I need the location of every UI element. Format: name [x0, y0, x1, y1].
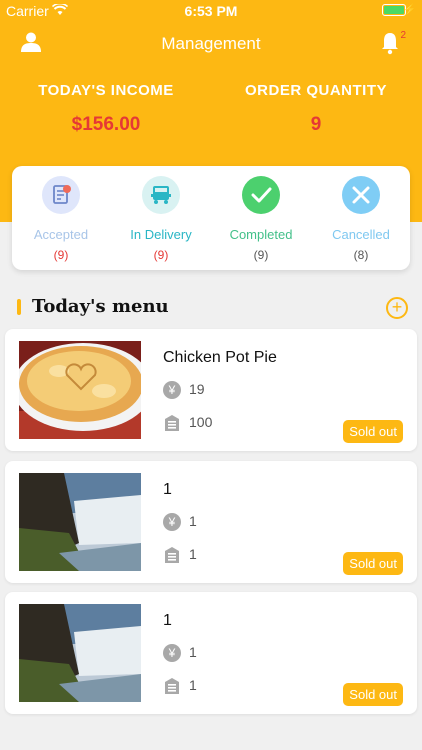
status-cancelled[interactable]: Cancelled (8) — [312, 176, 410, 262]
item-price: 1 — [189, 644, 197, 660]
status-accepted[interactable]: Accepted (9) — [12, 176, 110, 262]
close-icon — [342, 176, 380, 214]
status-label: Completed — [229, 227, 293, 242]
menu-item[interactable]: 1 ¥1 1 Sold out — [5, 461, 417, 583]
section-accent-bar — [17, 299, 21, 315]
status-label: In Delivery — [130, 227, 192, 242]
stock-row: 100 — [163, 414, 212, 432]
notification-badge: 2 — [400, 30, 406, 41]
clipboard-icon — [42, 176, 80, 214]
yen-icon: ¥ — [163, 381, 181, 400]
status-label: Accepted — [33, 227, 89, 242]
order-status-card: Accepted (9) In Delivery (9) Completed (… — [12, 166, 410, 270]
yen-icon: ¥ — [163, 644, 181, 663]
stock-row: 1 — [163, 677, 197, 695]
food-image — [19, 473, 141, 571]
price-row: ¥19 — [163, 381, 205, 400]
bell-icon[interactable] — [380, 31, 400, 55]
menu-item[interactable]: Chicken Pot Pie ¥19 100 Sold out — [5, 329, 417, 451]
item-name: 1 — [163, 481, 172, 498]
add-icon[interactable]: + — [386, 297, 408, 319]
status-in-delivery[interactable]: In Delivery (9) — [112, 176, 210, 262]
charging-icon: ⚡ — [403, 4, 417, 16]
item-stock: 1 — [189, 546, 197, 562]
status-count: (9) — [53, 248, 69, 262]
income-value: $156.00 — [71, 114, 141, 135]
item-price: 19 — [189, 381, 205, 397]
inventory-icon — [165, 678, 179, 695]
section-header: Today's menu + — [0, 295, 422, 321]
delivery-truck-icon — [142, 176, 180, 214]
clock: 6:53 PM — [184, 3, 238, 19]
price-row: ¥1 — [163, 644, 197, 663]
sold-out-button[interactable]: Sold out — [343, 683, 403, 706]
nav-bar: Management 2 — [0, 28, 422, 60]
section-title: Today's menu — [32, 296, 169, 317]
menu-item[interactable]: 1 ¥1 1 Sold out — [5, 592, 417, 714]
page-title: Management — [161, 34, 261, 53]
sold-out-button[interactable]: Sold out — [343, 420, 403, 443]
inventory-icon — [165, 547, 179, 564]
status-bar: Carrier 6:53 PM ⚡ — [0, 0, 422, 22]
yen-icon: ¥ — [163, 513, 181, 532]
food-image — [19, 341, 141, 439]
income-label: TODAY'S INCOME — [38, 82, 174, 99]
inventory-icon — [165, 415, 179, 432]
status-label: Cancelled — [332, 227, 390, 242]
sold-out-button[interactable]: Sold out — [343, 552, 403, 575]
status-count: (8) — [353, 248, 369, 262]
stock-row: 1 — [163, 546, 197, 564]
item-name: 1 — [163, 612, 172, 629]
status-count: (9) — [253, 248, 269, 262]
order-quantity-value: 9 — [310, 114, 322, 135]
price-row: ¥1 — [163, 513, 197, 532]
check-icon — [242, 176, 280, 214]
food-image — [19, 604, 141, 702]
status-count: (9) — [153, 248, 169, 262]
item-price: 1 — [189, 513, 197, 529]
status-completed[interactable]: Completed (9) — [212, 176, 310, 262]
item-stock: 1 — [189, 677, 197, 693]
order-quantity-label: ORDER QUANTITY — [245, 82, 387, 99]
item-stock: 100 — [189, 414, 213, 430]
item-name: Chicken Pot Pie — [163, 349, 277, 366]
